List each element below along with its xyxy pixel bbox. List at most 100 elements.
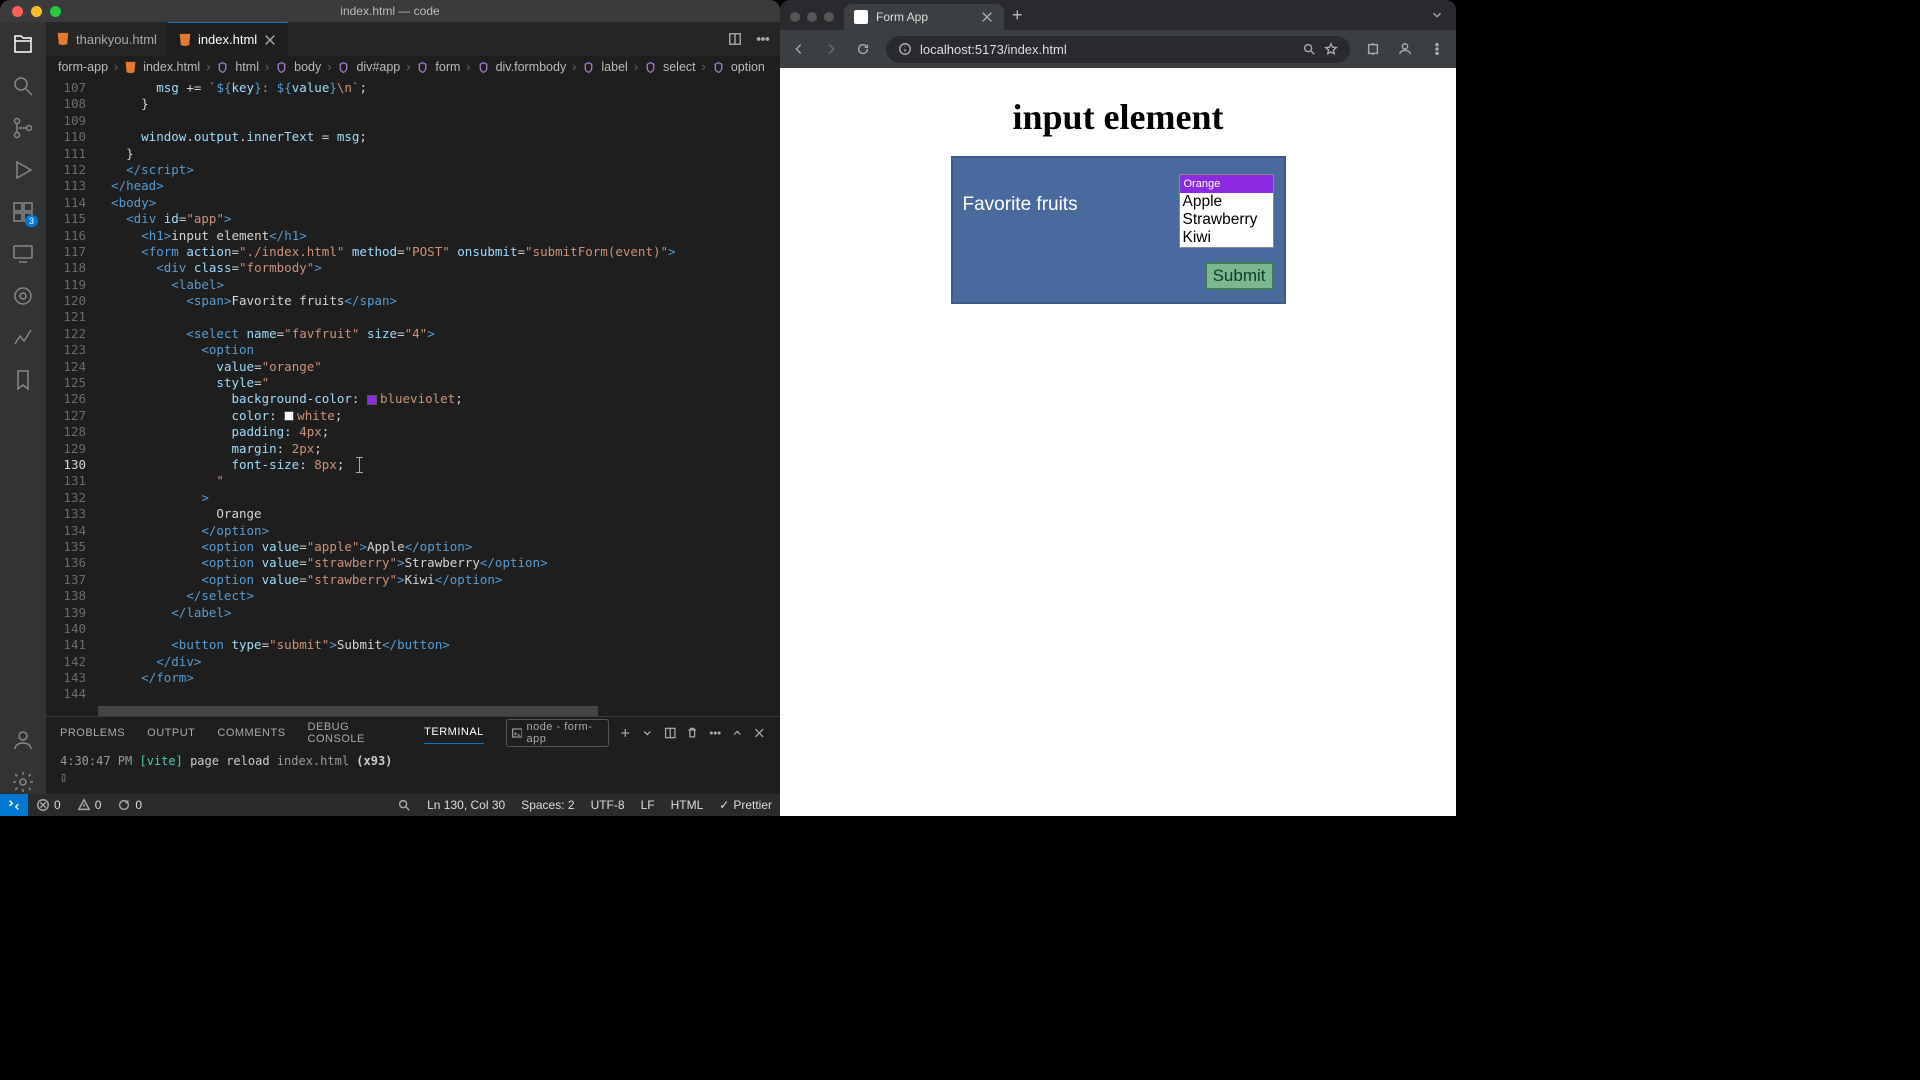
gear-icon[interactable] — [11, 770, 35, 794]
panel-tab-problems[interactable]: PROBLEMS — [60, 727, 125, 739]
panel-tab-debug[interactable]: DEBUG CONSOLE — [308, 721, 403, 745]
rendered-page: input element Favorite fruits OrangeAppl… — [780, 68, 1456, 816]
tab-label: index.html — [198, 32, 257, 47]
breadcrumb-segment[interactable]: div#app — [356, 60, 400, 74]
chevron-down-icon[interactable] — [1430, 8, 1444, 22]
breadcrumb-segment[interactable]: html — [235, 60, 259, 74]
panel-tab-output[interactable]: OUTPUT — [147, 727, 195, 739]
terminal-task[interactable]: node - form-app — [506, 719, 609, 747]
breadcrumb-segment[interactable]: body — [294, 60, 321, 74]
page-heading: input element — [780, 68, 1456, 156]
status-prettier[interactable]: ✓ Prettier — [711, 798, 780, 812]
html-file-icon — [56, 32, 70, 46]
select-option[interactable]: Kiwi — [1180, 229, 1273, 247]
breadcrumb-segment[interactable]: div.formbody — [496, 60, 567, 74]
breadcrumb-icon — [124, 61, 137, 74]
close-panel-icon[interactable] — [753, 726, 765, 740]
breadcrumb-icon — [712, 61, 725, 74]
extensions-badge: 3 — [25, 215, 38, 227]
breadcrumb-segment[interactable]: form-app — [58, 60, 108, 74]
breadcrumb-icon — [216, 61, 229, 74]
tab-thankyou[interactable]: thankyou.html — [46, 22, 168, 56]
breadcrumb-icon — [582, 61, 595, 74]
breadcrumb-segment[interactable]: label — [601, 60, 627, 74]
profile-icon[interactable] — [1396, 40, 1414, 58]
breadcrumb-segment[interactable]: index.html — [143, 60, 200, 74]
extensions-icon[interactable] — [1364, 40, 1382, 58]
status-find[interactable] — [389, 798, 419, 812]
graph-icon[interactable] — [11, 326, 35, 350]
forward-icon[interactable] — [822, 40, 840, 58]
zoom-icon[interactable] — [1302, 42, 1316, 56]
status-ports[interactable]: 0 — [109, 798, 150, 812]
editor-horizontal-scrollbar[interactable] — [46, 706, 780, 716]
browser-close-dot[interactable] — [790, 12, 800, 22]
reload-icon[interactable] — [854, 40, 872, 58]
browser-toolbar: localhost:5173/index.html — [780, 30, 1456, 68]
address-bar[interactable]: localhost:5173/index.html — [886, 36, 1350, 63]
breadcrumb-segment[interactable]: option — [731, 60, 765, 74]
favicon — [854, 10, 868, 24]
search-icon[interactable] — [11, 74, 35, 98]
status-cursor-pos[interactable]: Ln 130, Col 30 — [419, 798, 513, 812]
browser-tab[interactable]: Form App — [844, 4, 1004, 30]
browser-max-dot[interactable] — [824, 12, 834, 22]
remote-icon[interactable] — [11, 242, 35, 266]
code-editor[interactable]: 1071081091101111121131141151161171181191… — [46, 78, 780, 706]
trash-icon[interactable] — [686, 726, 698, 740]
breadcrumb[interactable]: form-app›index.html›html›body›div#app›fo… — [46, 56, 780, 78]
status-warnings[interactable]: 0 — [69, 798, 110, 812]
submit-button[interactable]: Submit — [1205, 262, 1274, 290]
more-icon[interactable] — [709, 726, 721, 740]
tab-index[interactable]: index.html — [168, 22, 288, 56]
status-bar: 0 0 0 Ln 130, Col 30 Spaces: 2 UTF-8 LF … — [0, 794, 780, 816]
target-icon[interactable] — [11, 284, 35, 308]
status-errors[interactable]: 0 — [28, 798, 69, 812]
breadcrumb-icon — [416, 61, 429, 74]
breadcrumb-icon — [477, 61, 490, 74]
account-icon[interactable] — [11, 728, 35, 752]
url: localhost:5173/index.html — [920, 42, 1067, 57]
field-label: Favorite fruits — [963, 194, 1078, 216]
split-terminal-icon[interactable] — [664, 726, 676, 740]
tab-label: thankyou.html — [76, 32, 157, 47]
close-tab-icon[interactable] — [980, 10, 994, 24]
panel-tab-comments[interactable]: COMMENTS — [217, 727, 285, 739]
source-control-icon[interactable] — [11, 116, 35, 140]
panel-bar: PROBLEMS OUTPUT COMMENTS DEBUG CONSOLE T… — [46, 716, 780, 748]
star-icon[interactable] — [1324, 42, 1338, 56]
status-eol[interactable]: LF — [633, 798, 663, 812]
new-tab-button[interactable]: + — [1004, 1, 1031, 30]
status-indent[interactable]: Spaces: 2 — [513, 798, 582, 812]
new-terminal-icon[interactable] — [619, 726, 631, 740]
breadcrumb-icon — [337, 61, 350, 74]
status-encoding[interactable]: UTF-8 — [583, 798, 633, 812]
panel-tab-terminal[interactable]: TERMINAL — [424, 726, 484, 744]
site-info-icon[interactable] — [898, 42, 912, 56]
browser-window: Form App + localhost:5173/index.html inp… — [780, 0, 1456, 816]
extensions-icon[interactable]: 3 — [11, 200, 35, 224]
more-icon[interactable] — [756, 32, 770, 46]
status-lang[interactable]: HTML — [663, 798, 712, 812]
chevron-up-icon[interactable] — [731, 726, 743, 740]
browser-tab-title: Form App — [876, 10, 928, 24]
breadcrumb-icon — [644, 61, 657, 74]
breadcrumb-segment[interactable]: select — [663, 60, 696, 74]
back-icon[interactable] — [790, 40, 808, 58]
menu-icon[interactable] — [1428, 40, 1446, 58]
vscode-window-title: index.html — code — [0, 4, 780, 18]
breadcrumb-segment[interactable]: form — [435, 60, 460, 74]
select-option[interactable]: Orange — [1180, 175, 1273, 193]
terminal-output[interactable]: 4:30:47 PM [vite] page reload index.html… — [46, 748, 780, 794]
bookmark-icon[interactable] — [11, 368, 35, 392]
chevron-down-icon[interactable] — [641, 726, 653, 740]
remote-indicator[interactable] — [0, 794, 28, 816]
close-icon[interactable] — [263, 33, 277, 47]
explorer-icon[interactable] — [11, 32, 35, 56]
split-editor-icon[interactable] — [728, 32, 742, 46]
browser-min-dot[interactable] — [807, 12, 817, 22]
select-option[interactable]: Apple — [1180, 193, 1273, 211]
select-option[interactable]: Strawberry — [1180, 211, 1273, 229]
select-favfruit[interactable]: OrangeAppleStrawberryKiwi — [1179, 174, 1274, 248]
debug-icon[interactable] — [11, 158, 35, 182]
